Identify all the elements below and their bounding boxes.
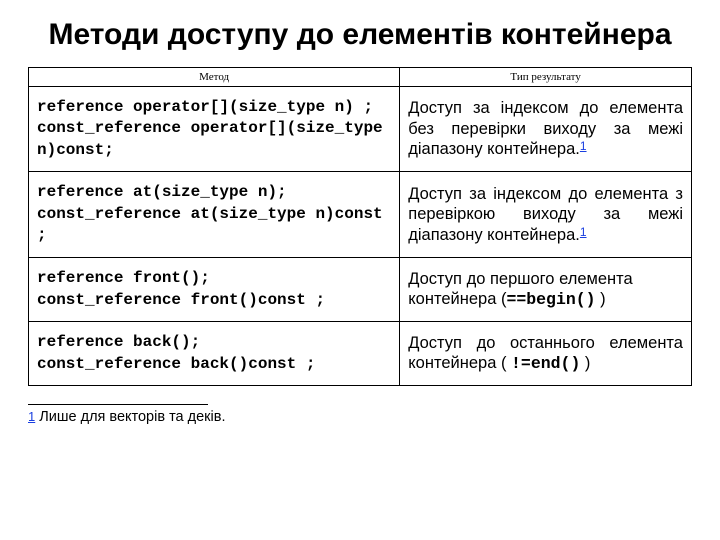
result-cell: Доступ до останнього елемента контейнера… bbox=[400, 322, 692, 386]
col-method: Метод bbox=[29, 67, 400, 86]
methods-table: Метод Тип результату reference operator[… bbox=[28, 67, 692, 387]
footnote: 1 Лише для векторів та деків. bbox=[28, 409, 692, 425]
result-text: ) bbox=[580, 354, 590, 372]
result-cell: Доступ за індексом до елемента з перевір… bbox=[400, 172, 692, 258]
footnote-ref: 1 bbox=[580, 225, 587, 239]
result-text: ) bbox=[596, 290, 606, 308]
table-row: reference operator[](size_type n) ; cons… bbox=[29, 86, 692, 172]
page-title: Методи доступу до елементів контейнера bbox=[28, 18, 692, 53]
method-cell: reference back(); const_reference back()… bbox=[29, 322, 400, 386]
result-cell: Доступ до першого елемента контейнера (=… bbox=[400, 258, 692, 322]
col-result: Тип результату bbox=[400, 67, 692, 86]
method-cell: reference at(size_type n); const_referen… bbox=[29, 172, 400, 258]
result-text: Доступ за індексом до елемента з перевір… bbox=[408, 185, 683, 244]
method-cell: reference front(); const_reference front… bbox=[29, 258, 400, 322]
footnote-separator bbox=[28, 404, 208, 405]
table-row: reference front(); const_reference front… bbox=[29, 258, 692, 322]
code-inline: ==begin() bbox=[506, 290, 595, 309]
code-inline: !=end() bbox=[511, 354, 580, 373]
result-cell: Доступ за індексом до елемента без перев… bbox=[400, 86, 692, 172]
table-header-row: Метод Тип результату bbox=[29, 67, 692, 86]
table-row: reference at(size_type n); const_referen… bbox=[29, 172, 692, 258]
footnote-ref: 1 bbox=[580, 139, 587, 153]
footnote-text: Лише для векторів та деків. bbox=[35, 409, 225, 425]
result-text: Доступ за індексом до елемента без перев… bbox=[408, 99, 683, 158]
method-cell: reference operator[](size_type n) ; cons… bbox=[29, 86, 400, 172]
table-row: reference back(); const_reference back()… bbox=[29, 322, 692, 386]
